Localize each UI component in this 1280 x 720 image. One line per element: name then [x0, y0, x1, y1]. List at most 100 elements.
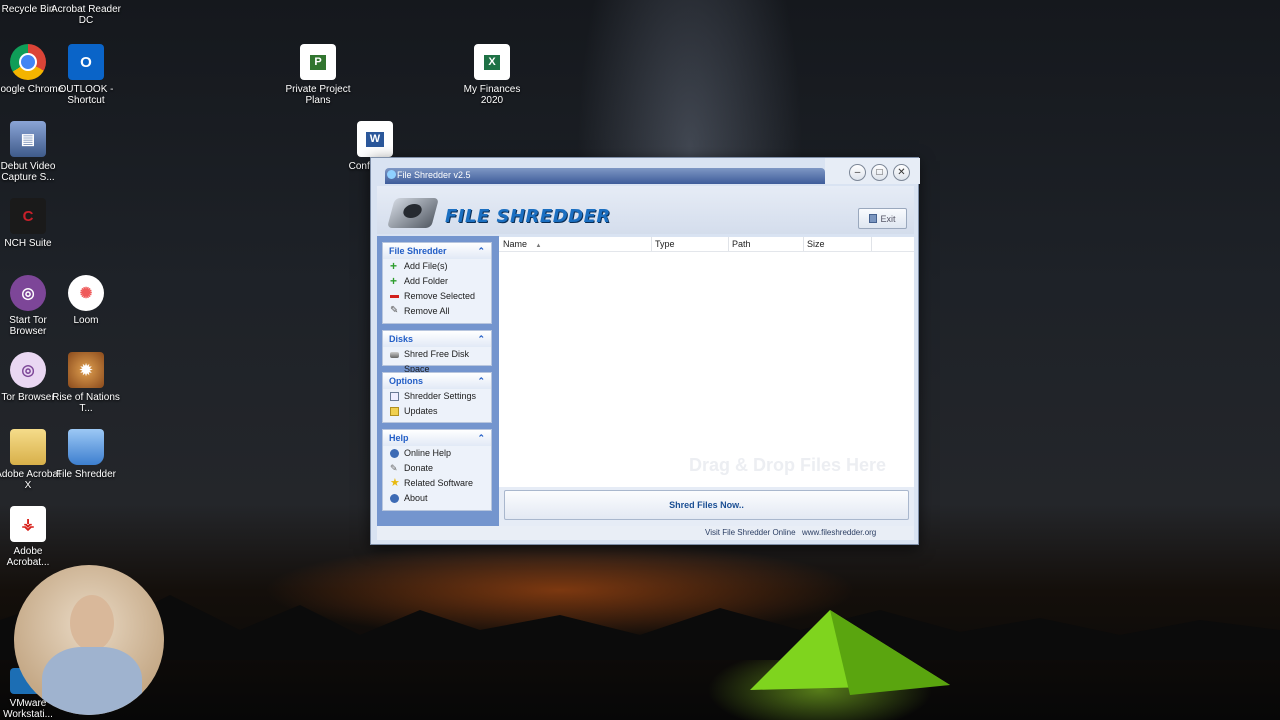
column-header-name[interactable]: Name ▲ [503, 239, 541, 249]
desktop-icon-adobe-acrobat[interactable]: ⚶ Adobe Acrobat... [0, 506, 64, 568]
visit-online-link[interactable]: Visit File Shredder Online [705, 528, 796, 537]
desktop-icon-label: Private Project Plans [285, 84, 351, 106]
sidebar-item-label: Online Help [404, 448, 452, 458]
panel-title: Help [389, 433, 409, 443]
panel-header[interactable]: File Shredder ⌃ [383, 243, 491, 259]
window-title: File Shredder v2.5 [397, 170, 471, 180]
red-minus-icon [390, 295, 399, 298]
desktop-icon-file-shredder[interactable]: File Shredder [50, 429, 122, 480]
collapse-chevron-icon[interactable]: ⌃ [477, 331, 485, 347]
panel-title: Disks [389, 334, 414, 344]
desktop-icon-label: Rise of Nations T... [52, 392, 120, 414]
task-sidebar: File Shredder ⌃ + Add File(s) + Add Fold… [377, 236, 499, 526]
chrome-icon [10, 44, 46, 80]
exit-door-icon [869, 214, 878, 223]
minimize-button[interactable]: – [849, 164, 866, 181]
sidebar-item-label: Add Folder [404, 276, 449, 286]
folder-icon [10, 429, 46, 465]
sidebar-item-online-help[interactable]: Online Help [383, 446, 491, 461]
desktop-icon-debut-video[interactable]: ▤ Debut Video Capture S... [0, 121, 64, 183]
panel-header[interactable]: Help ⌃ [383, 430, 491, 446]
desktop-icon-label: Tor Browser [1, 392, 55, 403]
exit-label: Exit [880, 213, 896, 224]
sidebar-item-add-folder[interactable]: + Add Folder [383, 274, 491, 289]
sidebar-item-shred-free-space[interactable]: Shred Free Disk Space [383, 347, 491, 374]
sidebar-item-add-files[interactable]: + Add File(s) [383, 259, 491, 274]
collapse-chevron-icon[interactable]: ⌃ [477, 373, 485, 389]
desktop-icon-outlook[interactable]: O OUTLOOK - Shortcut [50, 44, 122, 106]
rise-of-nations-icon: ✹ [68, 352, 104, 388]
title-bar[interactable]: File Shredder v2.5 – □ ✕ [371, 158, 920, 184]
excel-file-icon: X [474, 44, 510, 80]
file-list[interactable]: Name ▲ Type Path Size Drag & Drop Files … [499, 237, 914, 487]
shred-files-now-button[interactable]: Shred Files Now.. [504, 490, 909, 520]
panel-help: Help ⌃ Online Help ✎ Donate ★ Related So… [382, 429, 492, 511]
green-plus-icon: + [390, 274, 398, 288]
nch-suite-icon: C [10, 198, 46, 234]
project-file-icon: P [300, 44, 336, 80]
sidebar-item-updates[interactable]: Updates [383, 404, 491, 419]
close-button[interactable]: ✕ [893, 164, 910, 181]
desktop-icon-label: Recycle Bin [1, 4, 55, 15]
desktop-icon-label: Debut Video Capture S... [0, 161, 56, 183]
desktop-icon-label: My Finances 2020 [463, 84, 521, 106]
desktop-icon-rise-of-nations[interactable]: ✹ Rise of Nations T... [50, 352, 122, 414]
collapse-chevron-icon[interactable]: ⌃ [477, 243, 485, 259]
help-icon [390, 449, 399, 458]
collapse-chevron-icon[interactable]: ⌃ [477, 430, 485, 446]
column-divider[interactable] [651, 237, 652, 251]
panel-title: Options [389, 376, 423, 386]
sidebar-item-related-software[interactable]: ★ Related Software [383, 476, 491, 491]
outlook-icon: O [68, 44, 104, 80]
column-header-type[interactable]: Type [655, 239, 675, 249]
loom-icon: ✺ [68, 275, 104, 311]
sidebar-item-remove-all[interactable]: ✎ Remove All [383, 304, 491, 319]
column-label: Name [503, 239, 528, 249]
panel-header[interactable]: Options ⌃ [383, 373, 491, 389]
sidebar-item-shredder-settings[interactable]: Shredder Settings [383, 389, 491, 404]
app-logo-text: FILE SHREDDER [445, 206, 611, 227]
desktop-icon-label: Start Tor Browser [9, 315, 47, 337]
tor-start-icon: ◎ [10, 275, 46, 311]
shred-action-area: Shred Files Now.. [499, 487, 914, 526]
panel-file-shredder: File Shredder ⌃ + Add File(s) + Add Fold… [382, 242, 492, 324]
star-icon: ★ [390, 477, 400, 489]
mountain-silhouette [0, 595, 1280, 660]
presenter-head [70, 595, 114, 651]
column-divider[interactable] [871, 237, 872, 251]
panel-title: File Shredder [389, 246, 447, 256]
sort-ascending-icon: ▲ [535, 243, 542, 249]
status-bar: Visit File Shredder Online www.fileshred… [377, 526, 914, 540]
desktop-icon-my-finances[interactable]: X My Finances 2020 [456, 44, 528, 106]
tent-illustration [750, 610, 950, 695]
settings-icon [390, 392, 399, 401]
desktop-icon-label: OUTLOOK - Shortcut [58, 84, 114, 106]
website-url-link[interactable]: www.fileshredder.org [802, 528, 876, 537]
desktop-icon-label: Acrobat Reader DC [50, 4, 122, 26]
column-divider[interactable] [728, 237, 729, 251]
app-header: FILE SHREDDER Exit [377, 186, 914, 234]
maximize-button[interactable]: □ [871, 164, 888, 181]
column-header-size[interactable]: Size [807, 239, 825, 249]
desktop-icon-acrobat-reader[interactable]: Acrobat Reader DC [50, 4, 122, 26]
green-plus-icon: + [390, 259, 398, 273]
column-header-path[interactable]: Path [732, 239, 751, 249]
column-divider[interactable] [803, 237, 804, 251]
desktop-icon-nch-suite[interactable]: C NCH Suite [0, 198, 64, 249]
sidebar-item-label: Add File(s) [404, 261, 448, 271]
presenter-shirt [42, 647, 142, 715]
desktop-icon-loom[interactable]: ✺ Loom [50, 275, 122, 326]
sidebar-item-donate[interactable]: ✎ Donate [383, 461, 491, 476]
eraser-icon: ✎ [390, 305, 399, 316]
tor-browser-icon: ◎ [10, 352, 46, 388]
info-icon [390, 494, 399, 503]
sidebar-item-remove-selected[interactable]: Remove Selected [383, 289, 491, 304]
disk-icon [390, 352, 399, 358]
sidebar-item-label: Shred Free Disk Space [404, 349, 470, 374]
desktop-icon-private-project-plans[interactable]: P Private Project Plans [282, 44, 354, 106]
desktop-icon-label: NCH Suite [4, 238, 52, 249]
hard-disk-logo-icon [386, 198, 440, 228]
panel-header[interactable]: Disks ⌃ [383, 331, 491, 347]
exit-button[interactable]: Exit [858, 208, 907, 229]
sidebar-item-about[interactable]: About [383, 491, 491, 506]
